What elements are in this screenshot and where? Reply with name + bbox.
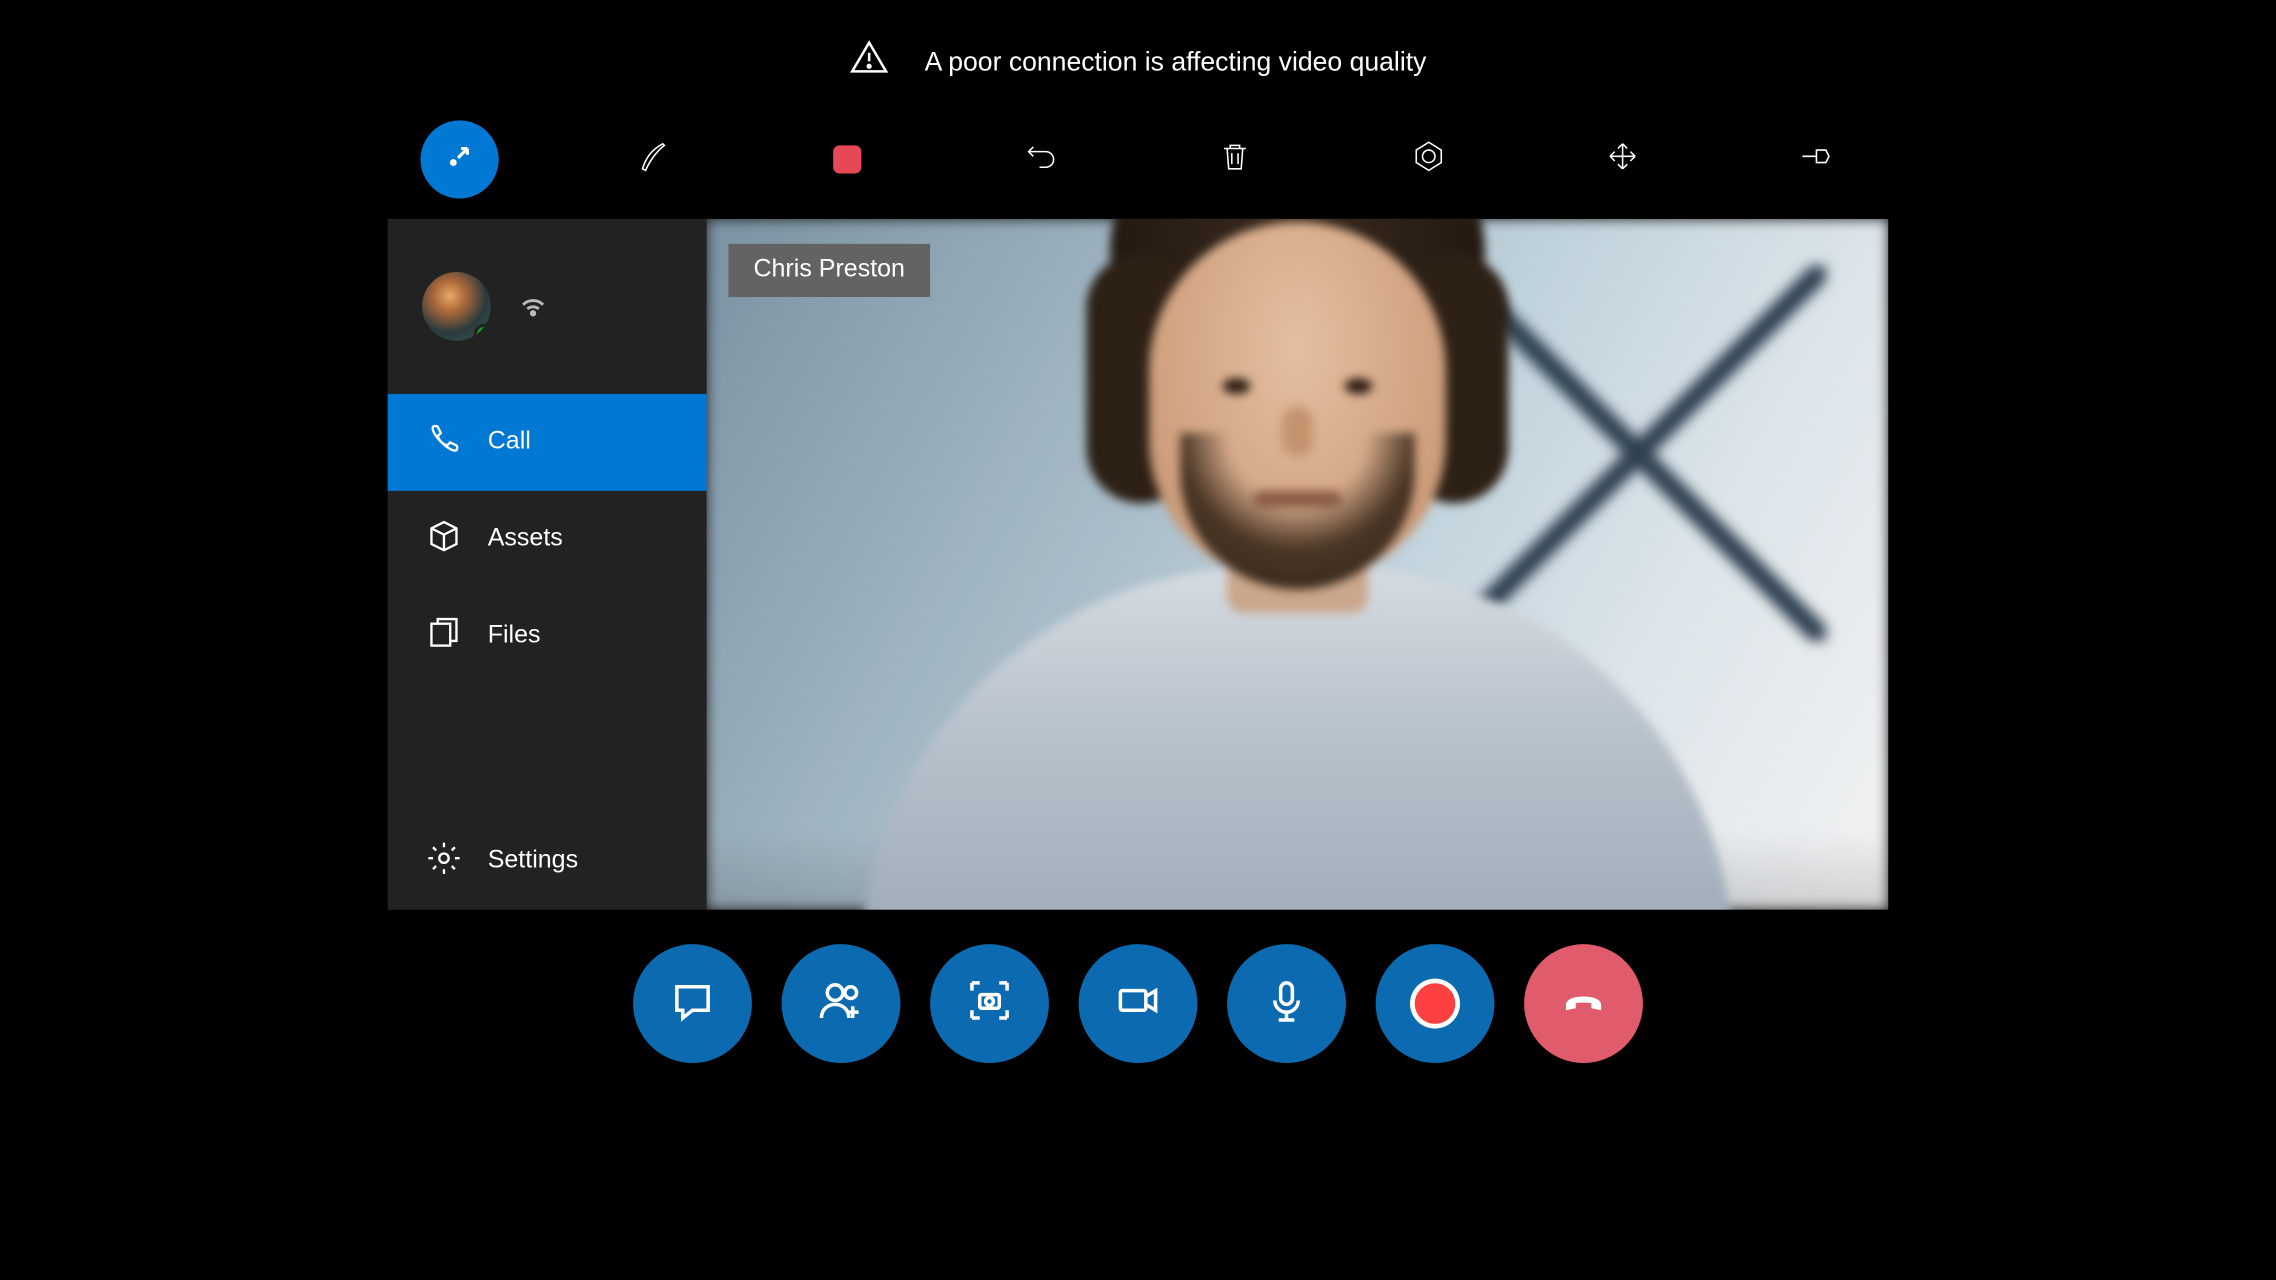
record-icon bbox=[1415, 983, 1456, 1024]
add-user-icon bbox=[818, 976, 865, 1031]
aperture-tool-button[interactable] bbox=[1390, 120, 1468, 198]
sidebar-item-label: Assets bbox=[488, 525, 563, 553]
pointer-arrow-icon bbox=[441, 137, 479, 182]
undo-tool-button[interactable] bbox=[1002, 120, 1080, 198]
screenshot-button[interactable] bbox=[930, 944, 1049, 1063]
microphone-icon bbox=[1263, 976, 1310, 1031]
sidebar: ✓ Call bbox=[388, 219, 707, 910]
stop-tool-button[interactable] bbox=[808, 120, 886, 198]
stop-icon bbox=[833, 145, 861, 173]
warning-icon bbox=[850, 38, 891, 86]
participant-name-tag: Chris Preston bbox=[728, 244, 930, 297]
pen-icon bbox=[635, 137, 673, 182]
sidebar-item-label: Settings bbox=[488, 847, 578, 875]
chat-button[interactable] bbox=[633, 944, 752, 1063]
video-icon bbox=[1115, 976, 1162, 1031]
undo-icon bbox=[1022, 137, 1060, 182]
pen-tool-button[interactable] bbox=[614, 120, 692, 198]
app-window: ✓ Call bbox=[388, 219, 1889, 910]
participant-video bbox=[891, 253, 1704, 910]
sidebar-item-settings[interactable]: Settings bbox=[388, 813, 707, 910]
sidebar-nav: Call Assets Files bbox=[388, 394, 707, 910]
sidebar-item-assets[interactable]: Assets bbox=[388, 491, 707, 588]
warning-text: A poor connection is affecting video qua… bbox=[925, 46, 1427, 77]
call-controls bbox=[0, 944, 2276, 1063]
end-call-button[interactable] bbox=[1524, 944, 1643, 1063]
connection-warning: A poor connection is affecting video qua… bbox=[0, 38, 2276, 86]
aperture-icon bbox=[1410, 137, 1448, 182]
avatar: ✓ bbox=[422, 272, 491, 341]
sidebar-item-label: Call bbox=[488, 428, 531, 456]
video-feed: Chris Preston bbox=[707, 219, 1889, 910]
pin-tool-button[interactable] bbox=[1777, 120, 1855, 198]
expand-icon bbox=[1604, 137, 1642, 182]
files-icon bbox=[425, 614, 463, 659]
annotation-toolbar bbox=[0, 113, 2276, 207]
sidebar-item-label: Files bbox=[488, 622, 541, 650]
mic-toggle-button[interactable] bbox=[1227, 944, 1346, 1063]
profile-area[interactable]: ✓ bbox=[388, 219, 707, 394]
camera-capture-icon bbox=[966, 976, 1013, 1031]
delete-tool-button[interactable] bbox=[1196, 120, 1274, 198]
pin-icon bbox=[1798, 137, 1836, 182]
gear-icon bbox=[425, 839, 463, 884]
record-button[interactable] bbox=[1376, 944, 1495, 1063]
hang-up-icon bbox=[1560, 976, 1607, 1031]
add-participant-button[interactable] bbox=[782, 944, 901, 1063]
video-toggle-button[interactable] bbox=[1079, 944, 1198, 1063]
sidebar-item-files[interactable]: Files bbox=[388, 588, 707, 685]
pointer-tool-button[interactable] bbox=[421, 120, 499, 198]
chat-icon bbox=[669, 976, 716, 1031]
sidebar-item-call[interactable]: Call bbox=[388, 394, 707, 491]
phone-icon bbox=[425, 420, 463, 465]
trash-icon bbox=[1216, 137, 1254, 182]
status-online-icon: ✓ bbox=[474, 324, 491, 341]
wifi-icon bbox=[516, 285, 550, 327]
expand-tool-button[interactable] bbox=[1584, 120, 1662, 198]
package-icon bbox=[425, 517, 463, 562]
